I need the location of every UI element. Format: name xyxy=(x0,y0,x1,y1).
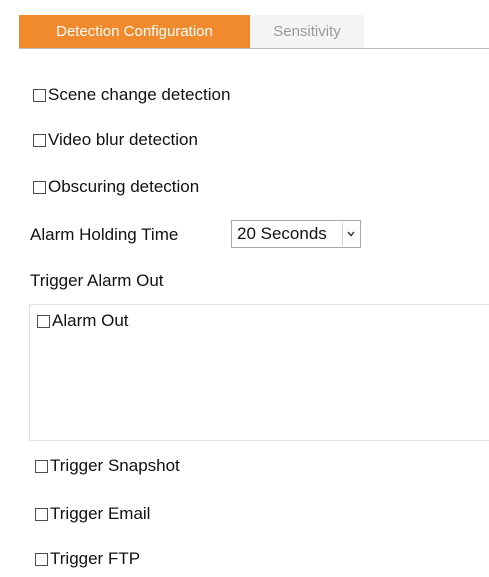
video-blur-detection-checkbox[interactable] xyxy=(33,133,46,147)
video-blur-detection-row[interactable]: Video blur detection xyxy=(33,127,198,153)
video-blur-detection-label: Video blur detection xyxy=(48,130,198,149)
alarm-holding-time-label-row: Alarm Holding Time xyxy=(30,222,178,248)
alarm-holding-time-label: Alarm Holding Time xyxy=(30,225,179,244)
alarm-holding-time-value: 20 Seconds xyxy=(237,224,327,243)
tab-detection-configuration[interactable]: Detection Configuration xyxy=(19,15,250,48)
trigger-snapshot-row[interactable]: Trigger Snapshot xyxy=(35,453,180,479)
chevron-down-icon[interactable] xyxy=(342,223,359,245)
trigger-ftp-row[interactable]: Trigger FTP xyxy=(35,546,140,572)
scene-change-detection-row[interactable]: Scene change detection xyxy=(33,82,230,108)
trigger-ftp-label: Trigger FTP xyxy=(50,549,141,568)
trigger-ftp-checkbox[interactable] xyxy=(35,552,48,566)
alarm-holding-time-select[interactable]: 20 Seconds xyxy=(231,220,361,248)
obscuring-detection-checkbox[interactable] xyxy=(33,180,46,194)
scene-change-detection-label: Scene change detection xyxy=(48,85,231,104)
alarm-out-row[interactable]: Alarm Out xyxy=(37,308,129,334)
trigger-alarm-out-heading: Trigger Alarm Out xyxy=(30,271,164,290)
trigger-snapshot-label: Trigger Snapshot xyxy=(50,456,180,475)
obscuring-detection-row[interactable]: Obscuring detection xyxy=(33,174,199,200)
trigger-snapshot-checkbox[interactable] xyxy=(35,459,48,473)
tab-bar: Detection Configuration Sensitivity xyxy=(19,15,489,49)
trigger-email-row[interactable]: Trigger Email xyxy=(35,501,150,527)
scene-change-detection-checkbox[interactable] xyxy=(33,88,46,102)
obscuring-detection-label: Obscuring detection xyxy=(48,177,200,196)
alarm-out-label: Alarm Out xyxy=(52,311,129,330)
trigger-email-label: Trigger Email xyxy=(50,504,151,523)
tab-sensitivity[interactable]: Sensitivity xyxy=(250,15,364,48)
trigger-alarm-out-heading-row: Trigger Alarm Out xyxy=(30,268,164,294)
alarm-out-checkbox[interactable] xyxy=(37,314,50,328)
trigger-email-checkbox[interactable] xyxy=(35,507,48,521)
